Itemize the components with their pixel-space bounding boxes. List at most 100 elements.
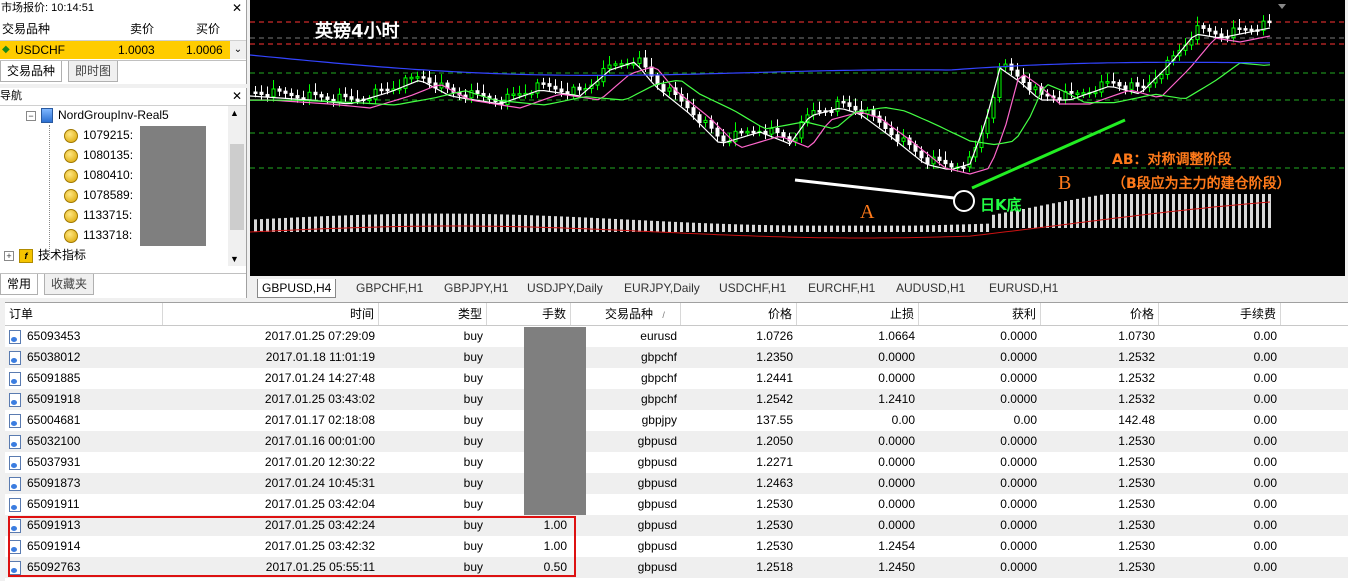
close-icon[interactable]: ✕ bbox=[232, 1, 242, 15]
close-icon[interactable]: ✕ bbox=[232, 89, 242, 103]
tree-account[interactable]: 1079215: bbox=[64, 126, 133, 145]
col-symbol[interactable]: 交易品种 bbox=[2, 18, 50, 40]
header-type[interactable]: 类型 bbox=[379, 303, 487, 325]
tab-chart-gbpchf-h1[interactable]: GBPCHF,H1 bbox=[356, 279, 423, 297]
tab-common[interactable]: 常用 bbox=[0, 274, 39, 295]
histogram-bar bbox=[386, 214, 389, 232]
candle-body bbox=[367, 98, 372, 102]
tab-favorites[interactable]: 收藏夹 bbox=[44, 274, 95, 295]
header-symbol[interactable]: 交易品种 / bbox=[571, 303, 681, 325]
tab-chart-usdjpy-daily[interactable]: USDJPY,Daily bbox=[527, 279, 603, 297]
ab-white-line bbox=[794, 178, 955, 200]
quote-row[interactable]: ◆ USDCHF 1.0003 1.0006 bbox=[0, 41, 230, 59]
header-order[interactable]: 订单 bbox=[5, 303, 163, 325]
histogram-bar bbox=[644, 220, 647, 232]
col-bid[interactable]: 卖价 bbox=[130, 18, 154, 40]
histogram-bar bbox=[320, 216, 323, 232]
header-price[interactable]: 价格 bbox=[681, 303, 797, 325]
order-current-price: 1.2532 bbox=[1118, 392, 1155, 406]
histogram-bar bbox=[560, 216, 563, 232]
account-label: 1133718: bbox=[83, 228, 133, 242]
price-chart[interactable]: 英镑4小时 A B 日K底 AB：对称调整阶段 （B段应为主力的建仓阶段） bbox=[250, 0, 1345, 276]
histogram-bar bbox=[860, 225, 863, 232]
col-ask[interactable]: 买价 bbox=[196, 18, 220, 40]
chart-canvas[interactable] bbox=[250, 0, 1345, 276]
histogram-bar bbox=[1130, 194, 1133, 228]
tree-account[interactable]: 1133715: bbox=[64, 206, 132, 225]
order-current-price: 1.2530 bbox=[1118, 539, 1155, 553]
table-row[interactable]: 65037931 2017.01.20 12:30:22 buy gbpusd 1.22… bbox=[5, 452, 1348, 473]
histogram-bar bbox=[752, 224, 755, 232]
tab-symbols[interactable]: 交易品种 bbox=[0, 61, 63, 82]
order-time: 2017.01.25 03:42:04 bbox=[264, 497, 375, 511]
tab-chart-eurusd-h1[interactable]: EURUSD,H1 bbox=[989, 279, 1058, 297]
account-icon bbox=[64, 168, 78, 183]
order-symbol: eurusd bbox=[640, 329, 677, 343]
histogram-bar bbox=[722, 223, 725, 232]
tree-account[interactable]: 1080410: bbox=[64, 166, 133, 185]
tree-account[interactable]: 1133718: bbox=[64, 226, 132, 245]
tab-chart-eurjpy-daily[interactable]: EURJPY,Daily bbox=[624, 279, 700, 297]
collapse-icon[interactable]: − bbox=[26, 110, 36, 121]
order-take-profit: 0.0000 bbox=[1000, 350, 1037, 364]
table-row[interactable]: 65091911 2017.01.25 03:42:04 buy gbpusd 1.25… bbox=[5, 494, 1348, 515]
candle-body bbox=[829, 110, 834, 113]
histogram-bar bbox=[272, 218, 275, 232]
order-stop-loss: 0.0000 bbox=[878, 455, 915, 469]
tree-indicators[interactable]: + f 技术指标 bbox=[4, 246, 86, 265]
order-current-price: 1.2530 bbox=[1118, 518, 1155, 532]
header-take-profit[interactable]: 获利 bbox=[919, 303, 1041, 325]
candle-body bbox=[949, 163, 954, 168]
table-row[interactable]: 65091885 2017.01.24 14:27:48 buy gbpchf 1.24… bbox=[5, 368, 1348, 389]
table-row[interactable]: 65032100 2017.01.16 00:01:00 buy gbpusd 1.20… bbox=[5, 431, 1348, 452]
table-row[interactable]: 65091918 2017.01.25 03:43:02 buy gbpchf 1.25… bbox=[5, 389, 1348, 410]
histogram-bar bbox=[854, 225, 857, 232]
order-type: buy bbox=[463, 392, 483, 406]
histogram-bar bbox=[1250, 194, 1253, 228]
histogram-bar bbox=[968, 224, 971, 232]
order-commission: 0.00 bbox=[1253, 455, 1277, 469]
scroll-down-icon[interactable]: ▼ bbox=[230, 254, 239, 264]
tree-server[interactable]: − NordGroupInv-Real5 bbox=[26, 106, 169, 125]
table-row[interactable]: 65093453 2017.01.25 07:29:09 buy eurusd 1.07… bbox=[5, 326, 1348, 347]
tab-tick-chart[interactable]: 即时图 bbox=[68, 61, 119, 82]
header-stop-loss[interactable]: 止损 bbox=[797, 303, 919, 325]
table-row[interactable]: 65038012 2017.01.18 11:01:19 buy gbpchf 1.23… bbox=[5, 347, 1348, 368]
order-stop-loss: 0.0000 bbox=[878, 497, 915, 511]
tree-account[interactable]: 1080135: bbox=[64, 146, 133, 165]
scrollbar-thumb[interactable] bbox=[230, 144, 244, 230]
chevron-down-icon[interactable]: ⌄ bbox=[230, 41, 246, 59]
order-take-profit: 0.0000 bbox=[1000, 455, 1037, 469]
histogram-bar bbox=[524, 215, 527, 232]
histogram-bar bbox=[1226, 194, 1229, 228]
tab-chart-usdchf-h1[interactable]: USDCHF,H1 bbox=[719, 279, 786, 297]
candle-body bbox=[715, 127, 720, 137]
histogram-bar bbox=[908, 225, 911, 232]
candle-body bbox=[1009, 63, 1014, 71]
order-take-profit: 0.0000 bbox=[1000, 476, 1037, 490]
table-row[interactable]: 65004681 2017.01.17 02:18:08 buy gbpjpy 137.… bbox=[5, 410, 1348, 431]
table-row[interactable]: 65091873 2017.01.24 10:45:31 buy gbpusd 1.24… bbox=[5, 473, 1348, 494]
tab-chart-gbpusd-h4[interactable]: GBPUSD,H4 bbox=[257, 279, 337, 298]
order-icon bbox=[9, 497, 21, 512]
expand-icon[interactable]: + bbox=[4, 250, 14, 261]
header-commission[interactable]: 手续费 bbox=[1159, 303, 1281, 325]
histogram-bar bbox=[1046, 204, 1049, 228]
header-time[interactable]: 时间 bbox=[163, 303, 379, 325]
note-line-2: （B段应为主力的建仓阶段） bbox=[1112, 176, 1291, 192]
tab-chart-gbpjpy-h1[interactable]: GBPJPY,H1 bbox=[444, 279, 508, 297]
header-current-price[interactable]: 价格 bbox=[1041, 303, 1159, 325]
tree-account[interactable]: 1078589: bbox=[64, 186, 133, 205]
order-type: buy bbox=[463, 476, 483, 490]
tree-connector bbox=[49, 125, 50, 257]
order-stop-loss: 0.0000 bbox=[878, 434, 915, 448]
histogram-bar bbox=[440, 213, 443, 232]
histogram-bar bbox=[734, 224, 737, 232]
header-lots[interactable]: 手数 bbox=[487, 303, 571, 325]
tab-chart-audusd-h1[interactable]: AUDUSD,H1 bbox=[896, 279, 965, 297]
order-open-price: 1.2542 bbox=[756, 392, 793, 406]
tab-chart-eurchf-h1[interactable]: EURCHF,H1 bbox=[808, 279, 875, 297]
candle-body bbox=[1159, 74, 1164, 80]
candle-body bbox=[985, 117, 990, 134]
scroll-up-icon[interactable]: ▲ bbox=[230, 108, 239, 118]
